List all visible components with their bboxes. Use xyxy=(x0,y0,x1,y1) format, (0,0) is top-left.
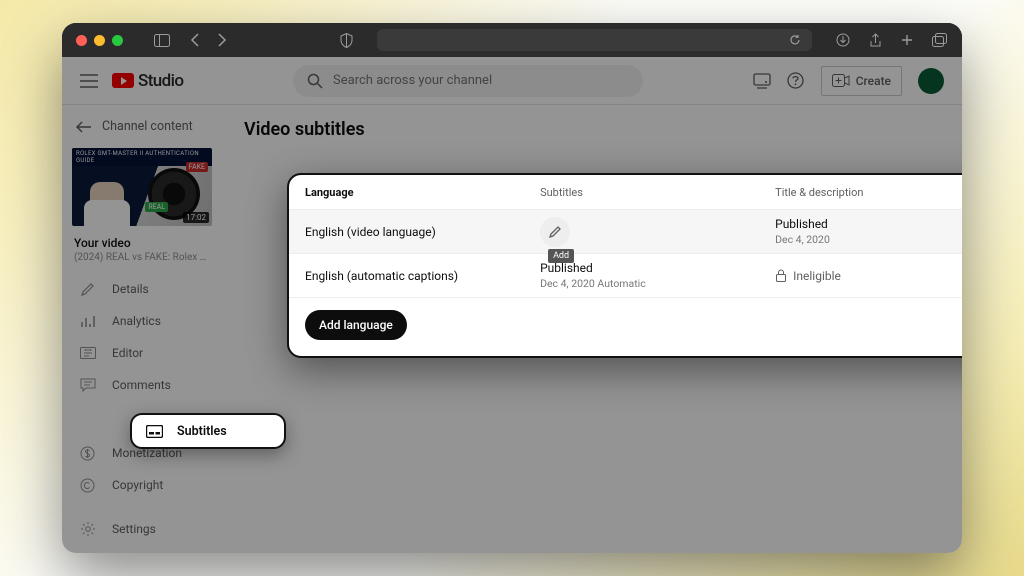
window-maximize-button[interactable] xyxy=(112,35,123,46)
row-language-label: English (video language) xyxy=(305,225,540,239)
row-english-video-language[interactable]: English (video language) Add Published D… xyxy=(289,209,962,253)
row-english-automatic[interactable]: English (automatic captions) Published D… xyxy=(289,253,962,297)
panel-header: Language Subtitles Title & description xyxy=(289,175,962,209)
pencil-icon xyxy=(548,225,562,239)
row-date: Dec 4, 2020 xyxy=(775,233,962,246)
add-subtitle-button[interactable] xyxy=(540,217,570,247)
sidebar-item-subtitles[interactable]: Subtitles xyxy=(130,413,286,449)
sidebar-toggle-icon[interactable] xyxy=(153,31,171,49)
nav-back-icon[interactable] xyxy=(185,31,203,49)
lock-icon xyxy=(775,269,787,282)
browser-window: Studio Create xyxy=(62,23,962,553)
row-status: Published xyxy=(775,217,962,231)
row-language-label: English (automatic captions) xyxy=(305,269,540,283)
window-close-button[interactable] xyxy=(76,35,87,46)
tabs-icon[interactable] xyxy=(930,31,948,49)
sidebar-item-label: Subtitles xyxy=(177,424,227,439)
add-tooltip: Add xyxy=(548,249,574,263)
col-language: Language xyxy=(305,186,540,199)
subtitles-icon xyxy=(146,425,163,438)
share-icon[interactable] xyxy=(866,31,884,49)
row-status: Published xyxy=(540,261,775,275)
row-title-desc: Ineligible xyxy=(775,269,962,283)
download-icon[interactable] xyxy=(834,31,852,49)
window-minimize-button[interactable] xyxy=(94,35,105,46)
new-tab-icon[interactable] xyxy=(898,31,916,49)
add-language-button[interactable]: Add language xyxy=(305,310,407,340)
window-controls xyxy=(76,35,123,46)
row-subline: Dec 4, 2020 Automatic xyxy=(540,277,775,290)
browser-titlebar xyxy=(62,23,962,57)
nav-forward-icon[interactable] xyxy=(213,31,231,49)
shield-icon[interactable] xyxy=(337,31,355,49)
col-subtitles: Subtitles xyxy=(540,186,775,199)
subtitles-panel: Language Subtitles Title & description E… xyxy=(287,173,962,358)
address-bar[interactable] xyxy=(377,29,812,51)
col-title-desc: Title & description xyxy=(775,186,962,199)
reload-icon[interactable] xyxy=(786,31,804,49)
